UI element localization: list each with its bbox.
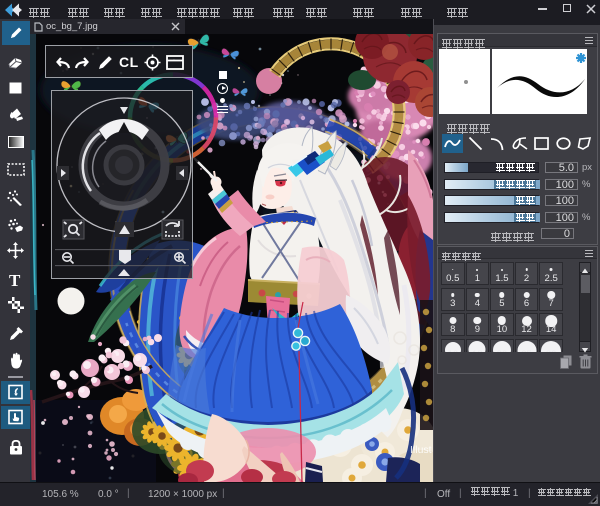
svg-text:Illust: Illust xyxy=(410,444,432,456)
